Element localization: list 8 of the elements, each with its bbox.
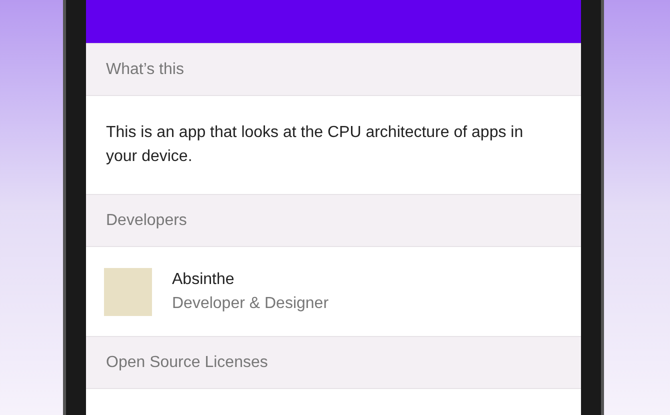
description-text: This is an app that looks at the CPU architecture of apps in your device. <box>106 123 524 167</box>
avatar-placeholder <box>104 268 152 316</box>
developer-name: Absinthe <box>172 270 236 290</box>
section-header: Developers <box>86 194 581 247</box>
developer-row[interactable]: Absinthe Developer & Designer <box>86 247 581 336</box>
developer-role: Developer & Designer <box>172 294 329 314</box>
section-header: Open Source Licenses <box>86 336 581 389</box>
section-header: What’s this <box>86 43 581 96</box>
